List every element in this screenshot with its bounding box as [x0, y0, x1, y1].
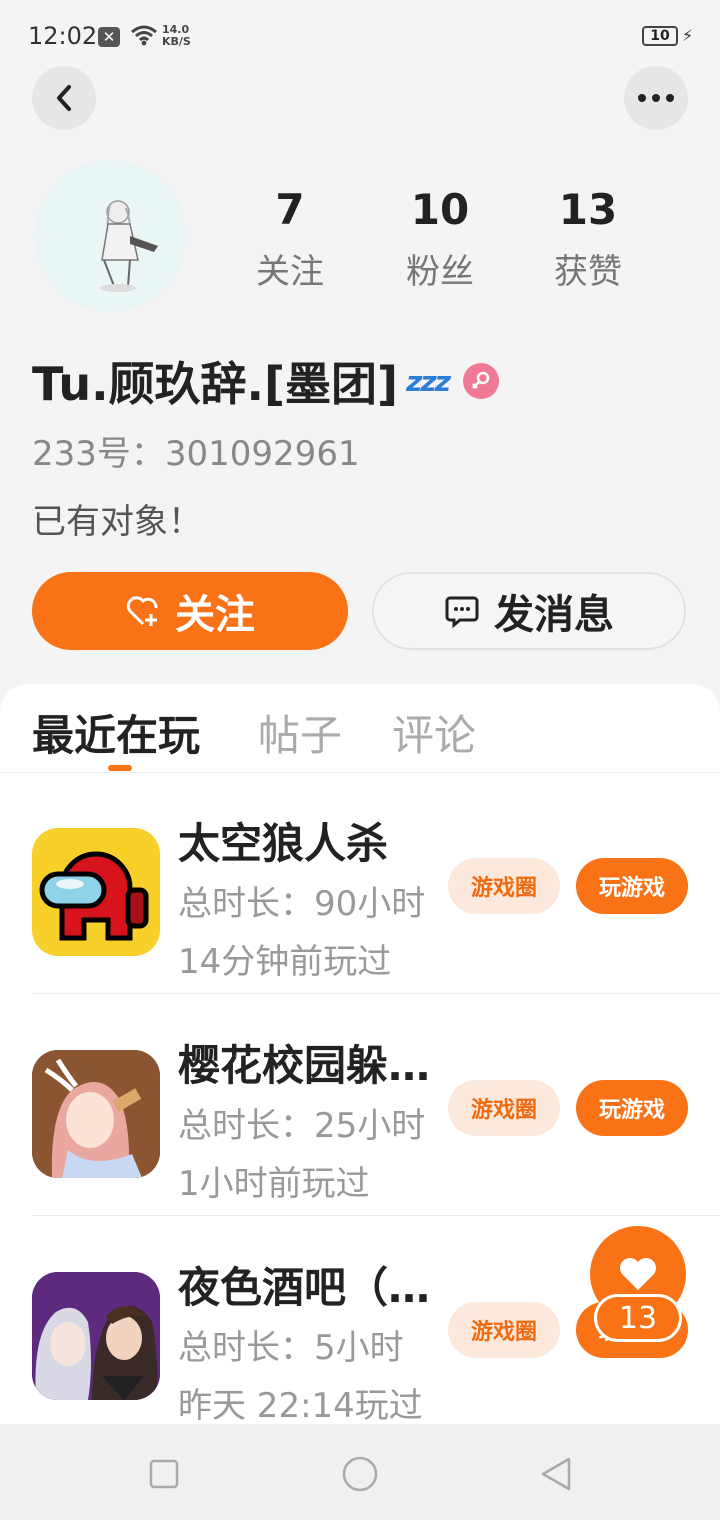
tab-bar: 最近在玩 帖子 评论 [0, 684, 720, 773]
avatar-character-image [100, 200, 158, 292]
likes-count: 13 [558, 185, 618, 234]
message-button[interactable]: 发消息 [372, 572, 686, 650]
follow-label: 关注 [175, 592, 255, 638]
game-title: 太空狼人杀 [178, 819, 389, 868]
tab-comments[interactable]: 评论 [392, 702, 476, 763]
game-item[interactable]: 樱花校园躲猫猫 总时长：25小时 1小时前玩过 游戏圈 玩游戏 [0, 994, 720, 1216]
fans-stat[interactable]: 10 粉丝 [380, 180, 500, 302]
recents-button[interactable] [144, 1454, 184, 1494]
tab-recent-games[interactable]: 最近在玩 [32, 702, 200, 763]
user-bio: 已有对象！ [32, 502, 202, 542]
status-bar: 12:02 ✕ 14.0 KB/S 10 ⚡ [0, 0, 720, 70]
user-id: 233号：301092961 [32, 434, 360, 474]
play-game-button[interactable]: 玩游戏 [576, 858, 688, 914]
following-stat[interactable]: 7 关注 [230, 180, 350, 302]
game-icon-night-bar [32, 1272, 160, 1400]
sleeping-zzz-icon: zzz [406, 364, 451, 398]
following-label: 关注 [256, 252, 324, 292]
female-icon [462, 363, 499, 399]
game-duration: 总时长：90小时 [178, 884, 426, 924]
wifi-icon [131, 25, 157, 46]
network-speed: 14.0 KB/S [162, 23, 191, 48]
follow-button[interactable]: 关注 [32, 572, 348, 650]
heart-icon [620, 1258, 656, 1290]
game-title: 夜色酒吧（恋爱） [178, 1263, 434, 1312]
triangle-back-icon [541, 1457, 571, 1491]
back-button[interactable] [32, 66, 96, 130]
notification-icon: ✕ [98, 27, 120, 47]
system-nav-bar [0, 1424, 720, 1520]
username: Tu.顾玖辞.[墨团] [32, 357, 399, 411]
following-count: 7 [275, 185, 305, 234]
chat-bubble-icon [444, 594, 480, 628]
game-circle-button[interactable]: 游戏圈 [448, 858, 560, 914]
likes-label: 获赞 [554, 252, 622, 292]
likes-stat[interactable]: 13 获赞 [528, 180, 648, 302]
more-dots-icon [638, 94, 674, 102]
status-time: 12:02 [28, 22, 98, 50]
circle-icon [342, 1456, 378, 1492]
fans-count: 10 [410, 185, 470, 234]
avatar[interactable] [34, 160, 186, 312]
game-last-played: 14分钟前玩过 [178, 942, 392, 982]
game-duration: 总时长：25小时 [178, 1106, 426, 1146]
charging-icon: ⚡ [682, 26, 694, 45]
game-duration: 总时长：5小时 [178, 1328, 404, 1368]
more-button[interactable] [624, 66, 688, 130]
game-circle-button[interactable]: 游戏圈 [448, 1302, 560, 1358]
back-nav-button[interactable] [536, 1454, 576, 1494]
fans-label: 粉丝 [406, 252, 474, 292]
chevron-left-icon [57, 85, 71, 111]
game-circle-button[interactable]: 游戏圈 [448, 1080, 560, 1136]
play-game-button[interactable]: 玩游戏 [576, 1080, 688, 1136]
game-icon-among-us [32, 828, 160, 956]
active-tab-indicator [108, 765, 132, 771]
home-button[interactable] [340, 1454, 380, 1494]
game-icon-sakura-school [32, 1050, 160, 1178]
battery-icon: 10 [642, 26, 678, 46]
square-icon [149, 1459, 179, 1489]
message-label: 发消息 [494, 592, 614, 638]
game-last-played: 1小时前玩过 [178, 1164, 370, 1204]
like-count-badge: 13 [594, 1294, 682, 1342]
username-row: Tu.顾玖辞.[墨团] zzz [32, 348, 499, 414]
game-item[interactable]: 太空狼人杀 总时长：90小时 14分钟前玩过 游戏圈 玩游戏 [0, 772, 720, 994]
game-title: 樱花校园躲猫猫 [178, 1041, 434, 1090]
game-last-played: 昨天 22:14玩过 [178, 1386, 423, 1424]
heart-plus-icon [125, 594, 161, 628]
tab-posts[interactable]: 帖子 [258, 702, 342, 763]
